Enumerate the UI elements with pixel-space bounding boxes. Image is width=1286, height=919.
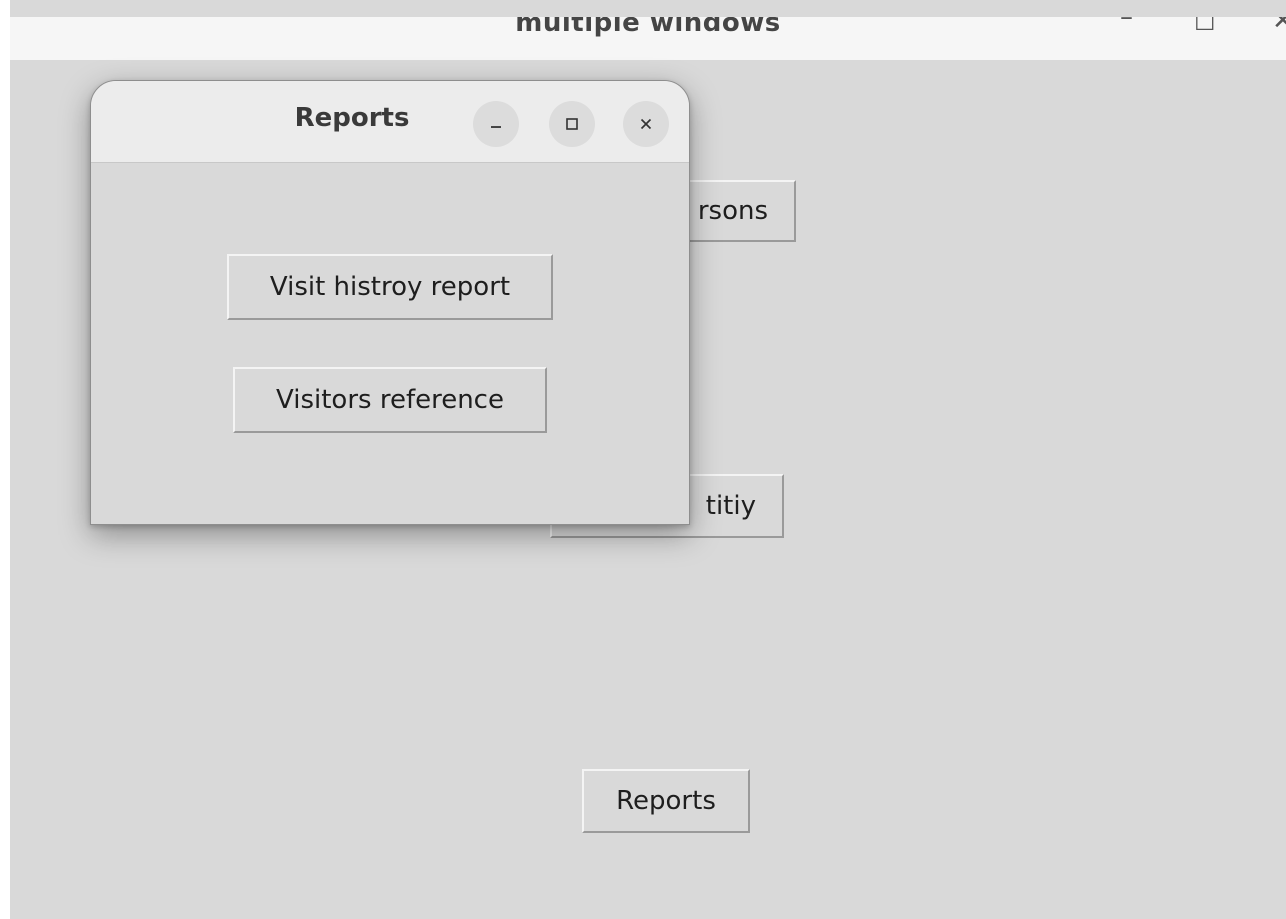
dialog-maximize-button[interactable] [549,101,595,147]
visitors-reference-button[interactable]: Visitors reference [233,367,547,433]
persons-button-label: rsons [697,196,768,226]
main-maximize-button[interactable]: ☐ [1194,17,1216,36]
dialog-titlebar[interactable]: Reports [91,81,689,163]
main-close-button[interactable]: ✕ [1272,17,1286,36]
identity-button-label: titiy [705,491,756,521]
dialog-title: Reports [294,103,410,133]
maximize-icon [566,118,578,130]
visit-history-report-label: Visit histroy report [269,272,511,302]
reports-dialog: Reports Visit histroy report Visitors re… [90,80,690,525]
main-window-title: multiple windows [515,8,781,38]
close-icon [640,118,652,130]
visit-history-report-button[interactable]: Visit histroy report [227,254,553,320]
dialog-close-button[interactable] [623,101,669,147]
main-minimize-button[interactable]: – [1120,17,1133,32]
visitors-reference-label: Visitors reference [276,385,504,415]
minimize-icon [491,126,501,128]
main-titlebar[interactable]: multiple windows – ☐ ✕ [10,8,1286,60]
reports-button[interactable]: Reports [582,769,750,833]
dialog-minimize-button[interactable] [473,101,519,147]
reports-button-label: Reports [616,786,716,816]
